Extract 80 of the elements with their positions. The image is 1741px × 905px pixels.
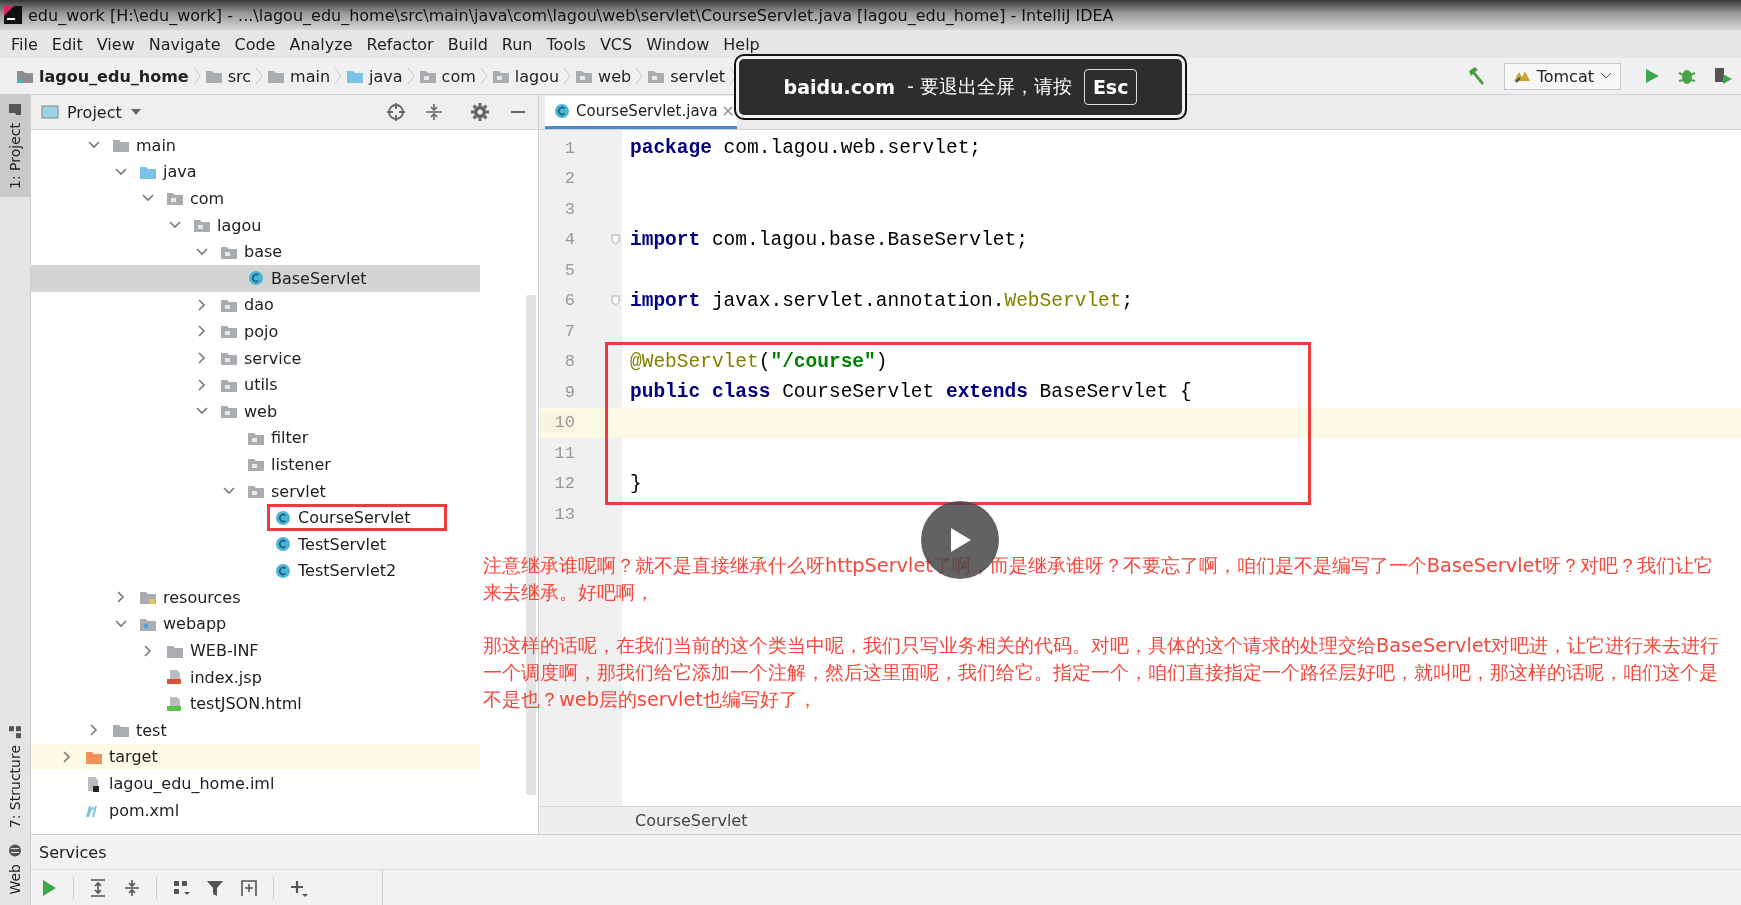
menu-item[interactable]: Navigate: [141, 31, 228, 57]
tree-item[interactable]: pom.xml: [31, 796, 480, 824]
line-number: 11: [553, 443, 575, 463]
tree-item[interactable]: servlet: [31, 477, 480, 505]
line-number: 3: [563, 199, 575, 219]
line-number: 7: [563, 321, 575, 341]
line-number: 4: [563, 230, 575, 250]
menu-item[interactable]: Build: [440, 31, 495, 57]
line-number: 12: [553, 474, 575, 494]
menu-item[interactable]: Tools: [539, 31, 593, 57]
menu-item[interactable]: Refactor: [359, 31, 441, 57]
tree-item[interactable]: pojo: [31, 318, 480, 345]
panel-title: Services: [39, 842, 107, 862]
tree-item[interactable]: WEB-INF: [31, 637, 480, 664]
notice-text: - 要退出全屏，请按: [906, 74, 1072, 99]
site-domain: baidu.com: [783, 76, 895, 98]
run-configuration-dropdown[interactable]: Tomcat: [1503, 62, 1621, 90]
breadcrumb-item[interactable]: main: [263, 63, 335, 89]
code-line: }: [629, 472, 642, 495]
tree-item[interactable]: webapp: [31, 610, 480, 638]
tree-item[interactable]: TestServlet2: [31, 557, 480, 585]
tree-item[interactable]: lagou: [31, 211, 480, 239]
escape-key[interactable]: Esc: [1083, 69, 1138, 105]
breadcrumb-item[interactable]: src: [200, 63, 256, 89]
menu-item[interactable]: VCS: [592, 31, 640, 57]
line-number: 2: [563, 169, 575, 189]
line-number: 1: [563, 138, 575, 158]
tree-item[interactable]: BaseServlet: [31, 264, 480, 292]
tree-item[interactable]: dao: [31, 291, 480, 319]
window-title: edu_work [H:\edu_work] - ...\lagou_edu_home\src\main\java\com\lagou\web\servlet\CourseServlet.java [lagou_edu_home] - IntelliJ IDEA: [28, 5, 1114, 25]
code-line: package com.lagou.web.servlet;: [629, 137, 982, 160]
tree-item[interactable]: target: [31, 743, 480, 771]
breadcrumb-item[interactable]: lagou: [487, 63, 564, 89]
tree-item[interactable]: utils: [31, 371, 480, 398]
highlight-box: CourseServlet: [267, 504, 448, 532]
line-number: 5: [563, 260, 575, 280]
line-number: 6: [563, 291, 575, 311]
tree-item[interactable]: index.jsp: [31, 663, 480, 691]
line-number: 13: [553, 504, 575, 524]
subtitle-text: 那这样的话呢，在我们当前的这个类当中呢，我们只写业务相关的代码。对吧，具体的这个请求的处理交给BaseServlet对吧进，让它进行来去进行一个调度啊，那我们给它添加一个注解，然后这里面呢，我们给它。指定一个，咱们直接指定一个路径层好吧，就叫吧，那这样的话呢，咱们这个是不是也？web层的servlet也编写好了，: [483, 633, 1721, 713]
line-number: 10: [539, 413, 575, 433]
tree-item[interactable]: filter: [31, 424, 480, 452]
tree-item[interactable]: java: [31, 158, 480, 186]
breadcrumb-item[interactable]: servlet: [643, 63, 729, 89]
tree-item[interactable]: TestServlet: [31, 530, 480, 558]
code-line: import javax.servlet.annotation.WebServlet;: [629, 289, 1134, 312]
line-number: 8: [563, 352, 575, 372]
code-line: public class CourseServlet extends BaseServlet {: [629, 381, 1192, 404]
tool-window-button[interactable]: 7: Structure: [0, 717, 30, 837]
tree-item[interactable]: listener: [31, 451, 480, 478]
tool-window-button[interactable]: 1: Project: [0, 95, 30, 197]
tree-item[interactable]: testJSON.html: [31, 690, 480, 718]
menu-item[interactable]: View: [89, 31, 142, 57]
menu-item[interactable]: Window: [639, 31, 717, 57]
breadcrumb-item[interactable]: web: [571, 63, 636, 89]
tree-item[interactable]: web: [31, 397, 480, 425]
tree-item[interactable]: CourseServlet: [31, 504, 480, 531]
menu-item[interactable]: Edit: [44, 31, 90, 57]
tree-item[interactable]: main: [31, 132, 480, 159]
breadcrumb-item[interactable]: lagou_edu_home: [12, 63, 193, 89]
tree-item[interactable]: com: [31, 185, 480, 212]
code-line: @WebServlet("/course"): [629, 350, 888, 373]
tree-item[interactable]: service: [31, 344, 480, 372]
menu-item[interactable]: File: [4, 31, 45, 57]
code-line: import com.lagou.base.BaseServlet;: [629, 228, 1028, 251]
panel-title[interactable]: Project: [67, 102, 122, 122]
breadcrumb-item[interactable]: CourseServlet: [635, 811, 748, 830]
editor-tab[interactable]: CourseServlet.java: [545, 96, 737, 129]
tree-item[interactable]: resources: [31, 584, 480, 611]
menu-item[interactable]: Help: [716, 31, 767, 57]
tree-item[interactable]: base: [31, 238, 480, 265]
tool-window-button[interactable]: Web: [0, 836, 30, 903]
menu-item[interactable]: Run: [494, 31, 540, 57]
tree-item[interactable]: test: [31, 717, 480, 744]
breadcrumb-item[interactable]: com: [414, 63, 480, 89]
menu-item[interactable]: Analyze: [282, 31, 360, 57]
tree-item[interactable]: lagou_edu_home.iml: [31, 770, 480, 797]
menu-item[interactable]: Code: [227, 31, 283, 57]
line-number: 9: [563, 382, 575, 402]
breadcrumb-item[interactable]: java: [342, 63, 407, 89]
